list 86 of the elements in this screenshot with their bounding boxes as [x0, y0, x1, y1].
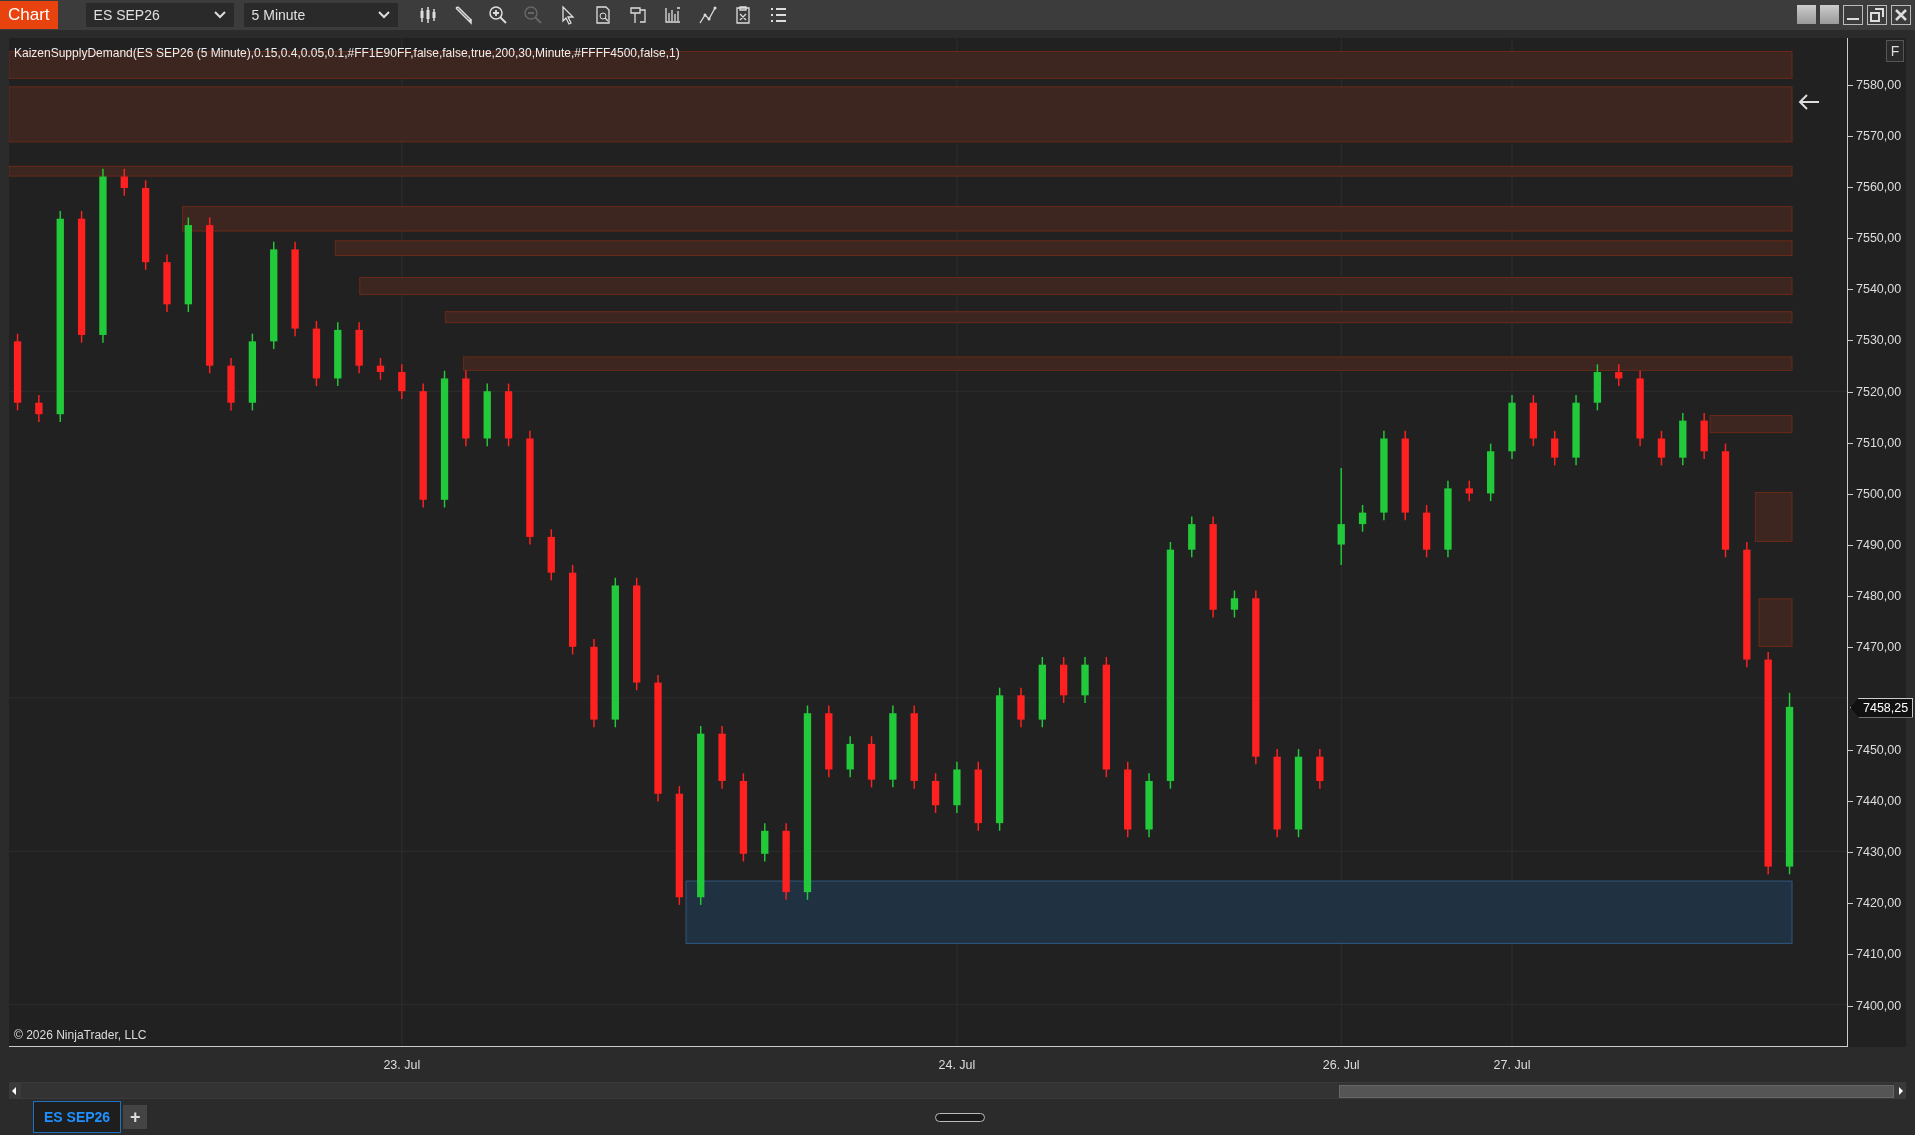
price-label: 7420,00 — [1848, 895, 1902, 912]
candle — [355, 321, 363, 375]
candle — [547, 528, 555, 582]
candle — [398, 363, 406, 400]
price-label: 7480,00 — [1848, 588, 1902, 605]
candle — [1657, 430, 1666, 467]
copyright-text: © 2026 NinjaTrader, LLC — [14, 1028, 147, 1042]
pencil-icon[interactable] — [452, 5, 473, 25]
candle — [761, 822, 769, 863]
candle — [504, 382, 513, 447]
candle — [227, 357, 235, 412]
candle — [1529, 394, 1537, 447]
window-tile-button[interactable] — [1820, 5, 1839, 24]
price-label: 7450,00 — [1848, 741, 1902, 758]
panel-button[interactable]: F — [1886, 40, 1904, 62]
candle — [1017, 686, 1025, 729]
price-label: 7570,00 — [1848, 127, 1902, 144]
candle — [1487, 442, 1495, 502]
instrument-tab[interactable]: ES SEP26 — [33, 1101, 122, 1133]
candle — [1508, 394, 1516, 460]
line-chart-icon[interactable] — [697, 5, 718, 25]
minimize-icon[interactable] — [1843, 5, 1863, 25]
date-label: 23. Jul — [383, 1057, 421, 1073]
supply-zone — [1754, 492, 1793, 542]
candle — [953, 761, 961, 814]
window-tile-button[interactable] — [1797, 5, 1816, 24]
candle — [1465, 479, 1473, 502]
candle — [120, 168, 128, 197]
candle — [1188, 515, 1196, 559]
price-label: 7440,00 — [1848, 792, 1902, 809]
date-label: 26. Jul — [1322, 1057, 1360, 1073]
candle — [1551, 430, 1559, 467]
candle — [1422, 504, 1431, 559]
price-label: 7430,00 — [1848, 844, 1902, 861]
price-label: 7490,00 — [1848, 537, 1902, 554]
caret-icon — [377, 11, 390, 19]
candle — [312, 320, 321, 387]
candle — [1316, 748, 1324, 790]
candle — [334, 321, 342, 387]
price-label: 7530,00 — [1848, 332, 1902, 349]
candle — [1145, 772, 1153, 838]
resize-handle[interactable] — [935, 1113, 985, 1122]
add-tab-button[interactable]: + — [123, 1105, 148, 1129]
interval-dropdown[interactable]: 5 Minute — [243, 3, 398, 27]
candle — [483, 382, 491, 447]
candle — [163, 253, 171, 313]
candle — [1615, 363, 1623, 387]
candle — [1230, 589, 1239, 619]
restore-icon[interactable] — [1867, 5, 1887, 25]
price-label: 7400,00 — [1848, 997, 1902, 1014]
candle — [1679, 412, 1687, 467]
candle — [931, 772, 940, 814]
price-label: 7520,00 — [1848, 383, 1902, 400]
close-icon[interactable] — [1891, 5, 1911, 25]
zoom-in-icon[interactable] — [487, 5, 508, 25]
candle — [376, 357, 385, 381]
indicator-label: KaizenSupplyDemand(ES SEP26 (5 Minute),0.15,0.4,0.05,0.1,#FF1E90FF,false,false,true,200,30,Minute,#FFFF4500,false,1) — [14, 46, 680, 60]
candle — [867, 735, 876, 789]
candle — [718, 725, 726, 790]
arrow-left-icon[interactable] — [1797, 92, 1821, 112]
caret-icon — [213, 11, 226, 19]
data-box-icon[interactable] — [662, 5, 683, 25]
candle — [846, 735, 854, 778]
price-label: 7580,00 — [1848, 76, 1902, 93]
price-label: 7500,00 — [1848, 485, 1902, 502]
price-label: 7550,00 — [1848, 230, 1902, 247]
candle — [1358, 504, 1367, 533]
candle — [1060, 656, 1068, 704]
candle — [974, 761, 982, 832]
scrollbar-thumb[interactable] — [1339, 1085, 1894, 1098]
candle — [1081, 656, 1089, 704]
chart-tab[interactable]: Chart — [0, 1, 58, 29]
price-label: 7470,00 — [1848, 639, 1902, 656]
candle — [1700, 412, 1708, 460]
candle — [35, 394, 43, 423]
candle — [1593, 363, 1602, 412]
current-price-marker: 7458,25 — [1850, 697, 1914, 718]
date-label: 27. Jul — [1493, 1057, 1531, 1073]
instrument-dropdown[interactable]: ES SEP26 — [85, 3, 234, 27]
price-label: 7560,00 — [1848, 178, 1902, 195]
supply-zone — [1758, 598, 1793, 647]
layout-icon[interactable] — [627, 5, 648, 25]
date-label: 24. Jul — [938, 1057, 976, 1073]
price-label: 7510,00 — [1848, 434, 1902, 451]
price-label: 7540,00 — [1848, 281, 1902, 298]
price-label: 7410,00 — [1848, 946, 1902, 963]
